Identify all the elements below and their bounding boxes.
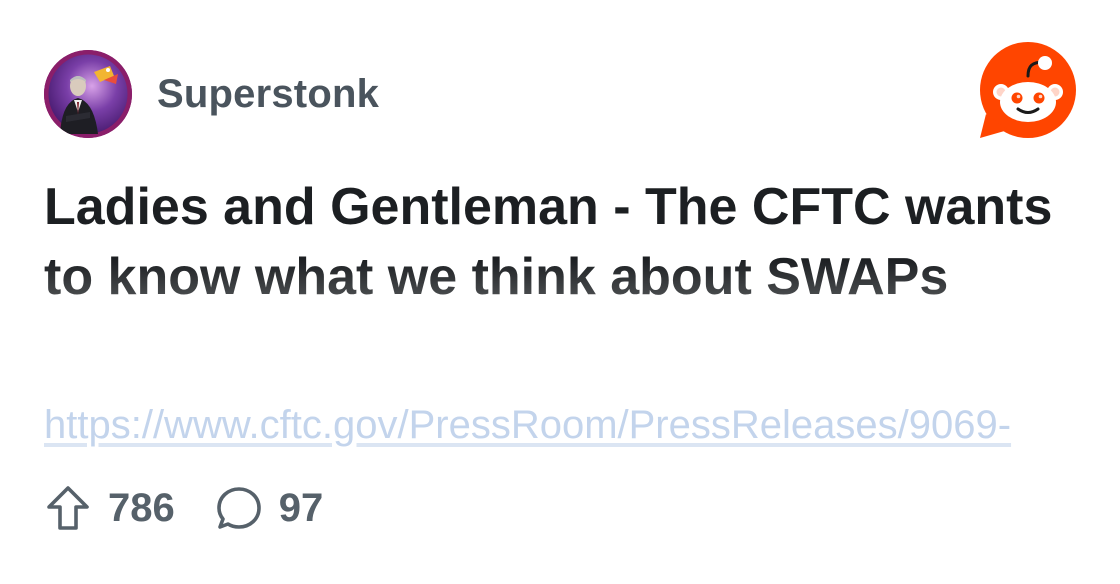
upvote-count: 786 (108, 485, 175, 530)
community-avatar[interactable] (44, 50, 132, 138)
post-link[interactable]: https://www.cftc.gov/PressRoom/PressRele… (44, 400, 1064, 450)
community-name[interactable]: Superstonk (157, 72, 379, 117)
post-stats: 786 97 (44, 484, 323, 532)
post-title[interactable]: Ladies and Gentleman - The CFTC wants to… (44, 172, 1074, 312)
upvote-stat[interactable]: 786 (44, 484, 175, 532)
reddit-logo-icon[interactable] (978, 42, 1078, 142)
reddit-snoo-icon (980, 42, 1076, 138)
avatar-image (44, 50, 132, 138)
comment-bubble-icon[interactable] (215, 484, 263, 532)
comment-count: 97 (278, 485, 324, 530)
upvote-arrow-icon[interactable] (44, 484, 92, 532)
comment-stat[interactable]: 97 (215, 484, 324, 532)
post-header: Superstonk (44, 50, 379, 138)
